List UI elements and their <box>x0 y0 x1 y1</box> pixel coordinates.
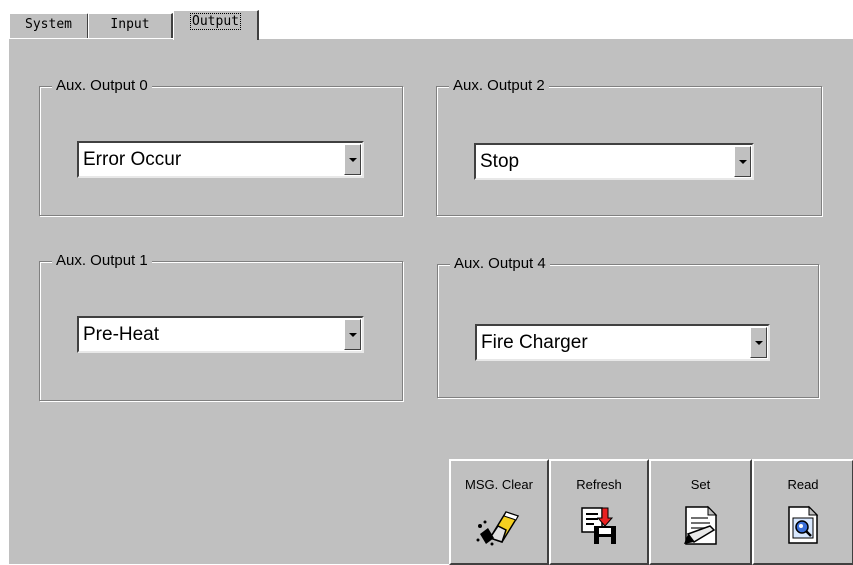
aux-output-0-title: Aux. Output 0 <box>52 77 152 95</box>
eraser-icon <box>476 511 520 546</box>
read-icon <box>788 505 819 544</box>
msg-clear-label: MSG. Clear <box>465 477 533 492</box>
aux-output-1-select[interactable]: Pre-Heat <box>77 316 364 353</box>
aux-output-2-select[interactable]: Stop <box>474 143 754 180</box>
aux-output-2-dropdown-button[interactable] <box>734 146 751 177</box>
aux-output-2-group: Aux. Output 2 Stop <box>436 77 822 216</box>
set-label: Set <box>690 477 711 492</box>
aux-output-4-title: Aux. Output 4 <box>450 255 550 273</box>
read-label: Read <box>787 477 819 492</box>
tab-output-label: Output <box>190 13 241 30</box>
set-button[interactable]: Set <box>649 459 752 565</box>
chevron-down-icon <box>348 157 357 162</box>
aux-output-0-dropdown-button[interactable] <box>344 144 361 175</box>
read-button[interactable]: Read <box>752 459 853 565</box>
aux-output-0-group: Aux. Output 0 Error Occur <box>39 77 403 216</box>
refresh-label: Refresh <box>576 477 622 492</box>
aux-output-1-title: Aux. Output 1 <box>52 252 152 270</box>
aux-output-4-group: Aux. Output 4 Fire Charger <box>437 255 819 398</box>
aux-output-0-value: Error Occur <box>83 149 182 170</box>
tab-system[interactable]: System <box>9 13 89 38</box>
aux-output-4-value: Fire Charger <box>481 332 588 353</box>
aux-output-4-dropdown-button[interactable] <box>750 327 767 358</box>
refresh-button[interactable]: Refresh <box>549 459 649 565</box>
aux-output-4-select[interactable]: Fire Charger <box>475 324 770 361</box>
output-settings-panel: Aux. Output 0 Error Occur Aux. Output 2 … <box>8 38 853 565</box>
tab-output[interactable]: Output <box>173 10 259 40</box>
chevron-down-icon <box>738 159 747 164</box>
aux-output-1-group: Aux. Output 1 Pre-Heat <box>39 252 403 401</box>
tab-input-label: Input <box>110 17 150 32</box>
set-icon <box>683 505 717 545</box>
aux-output-1-dropdown-button[interactable] <box>344 319 361 350</box>
aux-output-0-select[interactable]: Error Occur <box>77 141 364 178</box>
chevron-down-icon <box>348 332 357 337</box>
msg-clear-button[interactable]: MSG. Clear <box>449 459 549 565</box>
aux-output-2-value: Stop <box>480 151 520 172</box>
refresh-icon <box>581 507 616 544</box>
aux-output-2-title: Aux. Output 2 <box>449 77 549 95</box>
aux-output-1-value: Pre-Heat <box>83 324 160 345</box>
tab-system-label: System <box>25 17 72 32</box>
chevron-down-icon <box>754 340 763 345</box>
tab-input[interactable]: Input <box>88 13 173 38</box>
